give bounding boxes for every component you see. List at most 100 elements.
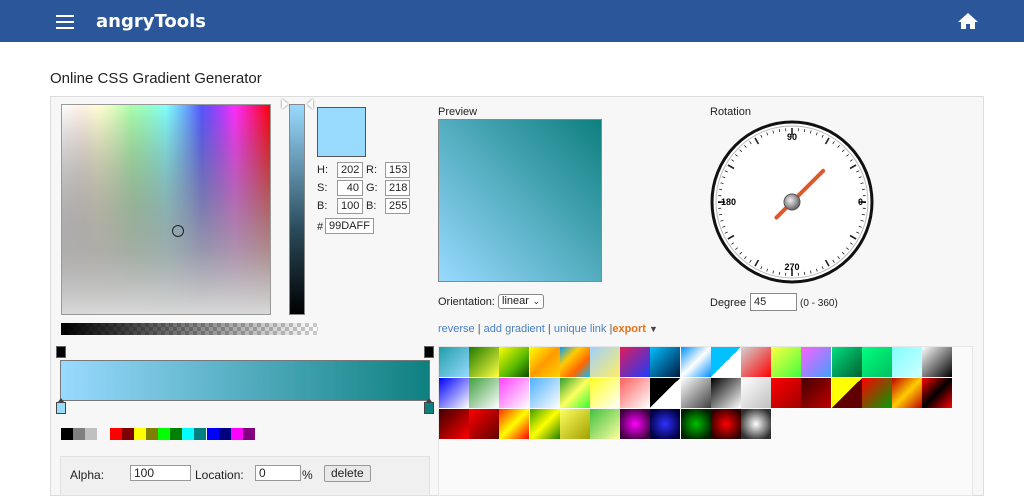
preset-gradient-tile[interactable]	[922, 378, 952, 408]
preset-gradient-tile[interactable]	[922, 347, 952, 377]
orientation-select[interactable]: linear ⌄	[498, 294, 544, 309]
dial-label-left: -180	[718, 197, 736, 207]
preset-gradient-tile[interactable]	[650, 409, 680, 439]
preset-gradient-tile[interactable]	[892, 378, 922, 408]
gradient-stop-top-handle[interactable]	[56, 346, 66, 358]
color-swatch[interactable]	[182, 428, 194, 440]
blue-input[interactable]: 255	[385, 198, 410, 214]
color-swatch[interactable]	[73, 428, 85, 440]
current-color-swatch	[317, 107, 366, 157]
add-gradient-link[interactable]: add gradient	[484, 323, 545, 335]
preset-gradient-tile[interactable]	[590, 409, 620, 439]
value-slider[interactable]	[289, 104, 305, 315]
preset-gradient-tile[interactable]	[892, 347, 922, 377]
degree-input[interactable]: 45	[750, 293, 797, 311]
preset-gradient-tile[interactable]	[439, 378, 469, 408]
preset-gradient-tile[interactable]	[439, 347, 469, 377]
dial-knob[interactable]	[784, 194, 800, 210]
preset-gradient-tile[interactable]	[439, 409, 469, 439]
preset-gradient-tile[interactable]	[801, 347, 831, 377]
location-input[interactable]: 0	[255, 465, 301, 481]
preset-gradient-tile[interactable]	[771, 378, 801, 408]
preset-gradient-tile[interactable]	[530, 347, 560, 377]
preset-gradient-tile[interactable]	[711, 378, 741, 408]
color-swatch[interactable]	[219, 428, 231, 440]
color-swatch[interactable]	[207, 428, 219, 440]
color-swatch[interactable]	[194, 428, 206, 440]
color-swatch[interactable]	[110, 428, 122, 440]
preset-gradient-tile[interactable]	[560, 378, 590, 408]
color-swatch[interactable]	[146, 428, 158, 440]
preset-gradient-tile[interactable]	[741, 378, 771, 408]
preset-gradient-tile[interactable]	[620, 378, 650, 408]
unique-link-link[interactable]: unique link	[554, 323, 607, 335]
preset-gradient-tile[interactable]	[741, 409, 771, 439]
preset-gradient-tile[interactable]	[681, 347, 711, 377]
preset-gradient-tile[interactable]	[590, 378, 620, 408]
preset-gradient-tile[interactable]	[711, 347, 741, 377]
value-slider-handle-left[interactable]	[282, 99, 288, 109]
degree-label: Degree	[710, 297, 746, 309]
saturation-value-picker[interactable]	[61, 104, 271, 315]
value-slider-handle-right[interactable]	[307, 99, 313, 109]
color-swatch[interactable]	[158, 428, 170, 440]
color-swatch[interactable]	[61, 428, 73, 440]
preset-gradient-tile[interactable]	[650, 347, 680, 377]
red-input[interactable]: 153	[385, 162, 410, 178]
preset-gradient-tile[interactable]	[499, 347, 529, 377]
preset-gradient-tile[interactable]	[681, 378, 711, 408]
brand-logo[interactable]: angryTools	[96, 11, 206, 32]
saturation-input[interactable]: 40	[337, 180, 363, 196]
dial-label-right: 0-	[858, 197, 866, 207]
gradient-stop-top-handle[interactable]	[424, 346, 434, 358]
preset-gradient-tile[interactable]	[499, 378, 529, 408]
preset-gradient-tile[interactable]	[711, 409, 741, 439]
brightness-input[interactable]: 100	[337, 198, 363, 214]
gradient-bar[interactable]	[60, 360, 430, 401]
preset-gradient-tile[interactable]	[832, 378, 862, 408]
export-link[interactable]: export	[612, 323, 646, 335]
preset-gradient-tile[interactable]	[741, 347, 771, 377]
reverse-link[interactable]: reverse	[438, 323, 475, 335]
home-icon[interactable]	[957, 12, 979, 30]
preset-gradient-tile[interactable]	[530, 378, 560, 408]
gradient-stop-handle[interactable]	[424, 402, 434, 414]
preset-gradient-tile[interactable]	[801, 378, 831, 408]
preset-gradient-tile[interactable]	[590, 347, 620, 377]
preset-gradient-tile[interactable]	[530, 409, 560, 439]
preset-gradient-tile[interactable]	[771, 347, 801, 377]
preset-gradient-tile[interactable]	[469, 347, 499, 377]
preset-gradient-tile[interactable]	[499, 409, 529, 439]
hue-input[interactable]: 202	[337, 162, 363, 178]
preset-gradient-tile[interactable]	[862, 347, 892, 377]
preset-gradient-tile[interactable]	[560, 409, 590, 439]
color-swatch[interactable]	[134, 428, 146, 440]
alpha-slider[interactable]	[61, 323, 318, 335]
color-swatch[interactable]	[170, 428, 182, 440]
green-input[interactable]: 218	[385, 180, 410, 196]
preset-gradient-tile[interactable]	[832, 347, 862, 377]
dial-tick	[862, 214, 865, 215]
color-swatch[interactable]	[231, 428, 243, 440]
preset-gradient-tile[interactable]	[620, 347, 650, 377]
preset-gradient-tile[interactable]	[620, 409, 650, 439]
delete-stop-button[interactable]: delete	[324, 465, 371, 482]
preset-gradient-tile[interactable]	[469, 378, 499, 408]
gradient-stop-handle[interactable]	[56, 402, 66, 414]
menu-icon[interactable]	[56, 15, 74, 29]
degree-range-hint: (0 - 360)	[800, 298, 838, 309]
preset-gradient-tile[interactable]	[650, 378, 680, 408]
color-swatch[interactable]	[243, 428, 255, 440]
preset-gradient-tile[interactable]	[469, 409, 499, 439]
hex-input[interactable]: 99DAFF	[325, 218, 374, 234]
rotation-dial[interactable]: 90 270 -180 0-	[710, 120, 874, 284]
color-swatch[interactable]	[85, 428, 97, 440]
preset-gradient-tile[interactable]	[862, 378, 892, 408]
picker-cursor[interactable]	[172, 225, 184, 237]
preset-gradient-tile[interactable]	[560, 347, 590, 377]
caret-down-icon[interactable]: ▼	[649, 324, 658, 334]
alpha-input[interactable]: 100	[130, 465, 191, 481]
color-swatch[interactable]	[122, 428, 134, 440]
location-label: Location:	[195, 468, 244, 482]
preset-gradient-tile[interactable]	[681, 409, 711, 439]
